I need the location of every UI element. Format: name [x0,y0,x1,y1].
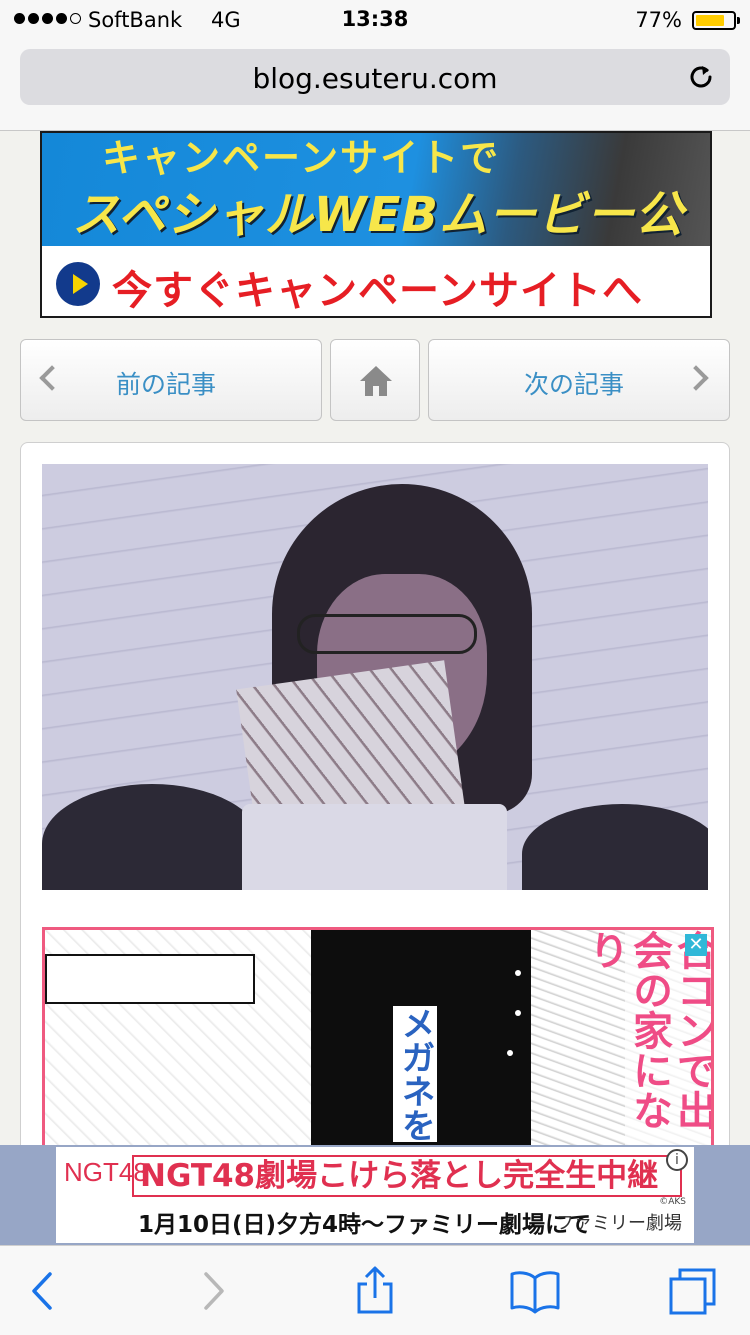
manga-ad[interactable]: メガネを 合コンで出会の家になり ✕ [42,927,714,1163]
next-article-label: 次の記事 [524,370,625,399]
play-icon [56,262,100,306]
banner-background-image: キャンペーンサイトで スペシャルWEBムービー公開中！ [42,133,710,313]
battery-icon [692,11,740,30]
tabs-icon[interactable] [668,1266,718,1316]
url-text[interactable]: blog.esuteru.com [20,62,730,95]
manga-panel [45,930,328,1160]
bottom-ad-bar: NGT48 NGT48劇場こけら落とし完全生中継 1月10日(日)夕方4時〜ファ… [0,1145,750,1245]
chevron-right-icon [683,365,709,391]
home-icon [360,366,392,396]
close-ad-icon[interactable]: ✕ [685,934,707,956]
browser-toolbar [0,1245,750,1335]
share-icon[interactable] [350,1266,400,1316]
prev-article-button[interactable]: 前の記事 [20,339,322,421]
reload-icon[interactable] [686,62,716,92]
prev-article-label: 前の記事 [116,370,217,399]
article-card: メガネを 合コンで出会の家になり ✕ [20,442,730,1163]
manga-ad-text-left: メガネを [393,1006,437,1142]
ngt48-logo: NGT48 [64,1157,148,1187]
battery-percent: 77% [635,8,682,32]
campaign-banner-ad[interactable]: キャンペーンサイトで スペシャルWEBムービー公開中！ 今すぐキャンペーンサイト… [40,131,712,318]
chevron-left-icon [39,365,65,391]
manga-ad-text-right: 合コンで出会の家になり [582,930,711,1160]
browser-address-area: blog.esuteru.com [0,40,750,131]
banner-cta[interactable]: 今すぐキャンペーンサイトへGO！ [42,246,710,316]
ngt48-ad[interactable]: NGT48 NGT48劇場こけら落とし完全生中継 1月10日(日)夕方4時〜ファ… [56,1147,694,1243]
address-bar[interactable]: blog.esuteru.com [20,49,730,105]
ngt-ad-brand: ファミリー劇場 [556,1213,682,1234]
info-icon[interactable]: i [666,1149,688,1171]
status-bar: SoftBank 4G 13:38 77% [0,0,750,40]
article-photo[interactable] [42,464,708,890]
ngt-ad-subtitle: 1月10日(日)夕方4時〜ファミリー劇場にて [138,1212,592,1238]
forward-icon[interactable] [186,1266,236,1316]
home-button[interactable] [330,339,420,421]
bookmarks-icon[interactable] [510,1266,560,1316]
ngt-ad-title: NGT48劇場こけら落とし完全生中継 [132,1155,682,1197]
next-article-button[interactable]: 次の記事 [428,339,730,421]
back-icon[interactable] [20,1266,70,1316]
banner-cta-text: 今すぐキャンペーンサイトへGO！ [112,268,643,314]
ngt-ad-copyright: ©AKS [659,1197,686,1207]
